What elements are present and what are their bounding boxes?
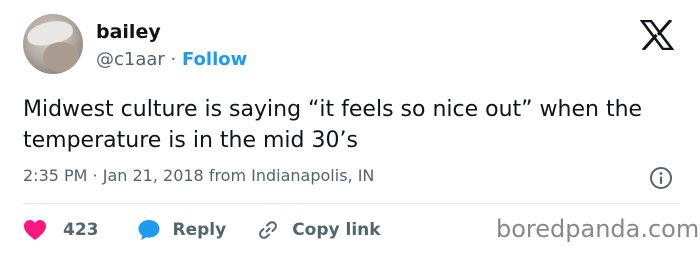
info-icon[interactable] bbox=[649, 166, 673, 190]
action-bar: 423 Reply Copy link bbox=[23, 216, 381, 244]
copy-link-button[interactable]: Copy link bbox=[256, 218, 381, 242]
author-handle-row: @c1aar · Follow bbox=[96, 48, 247, 72]
like-count: 423 bbox=[63, 220, 99, 240]
meta-separator: · bbox=[87, 166, 103, 185]
tweet-location: from Indianapolis, IN bbox=[203, 166, 375, 185]
heart-icon bbox=[24, 220, 46, 240]
tweet-date[interactable]: Jan 21, 2018 bbox=[103, 166, 204, 185]
speech-bubble-icon bbox=[138, 220, 159, 240]
tweet-time[interactable]: 2:35 PM bbox=[23, 166, 87, 185]
like-button[interactable]: 423 bbox=[23, 219, 137, 241]
author-handle[interactable]: @c1aar bbox=[96, 49, 165, 70]
copy-link-label: Copy link bbox=[292, 220, 381, 240]
tweet-meta: 2:35 PM · Jan 21, 2018 from Indianapolis… bbox=[23, 165, 374, 187]
watermark: boredpanda.com bbox=[496, 215, 700, 243]
avatar-face bbox=[43, 42, 79, 72]
author-display-name[interactable]: bailey bbox=[96, 20, 161, 44]
divider bbox=[23, 203, 680, 204]
reply-button[interactable]: Reply bbox=[137, 218, 257, 242]
tweet-text: Midwest culture is saying “it feels so n… bbox=[23, 97, 643, 153]
link-icon bbox=[259, 221, 278, 239]
avatar[interactable] bbox=[23, 14, 83, 74]
follow-button[interactable]: Follow bbox=[182, 49, 247, 70]
handle-separator: · bbox=[164, 49, 182, 70]
reply-label: Reply bbox=[172, 220, 227, 240]
x-logo-icon[interactable] bbox=[640, 20, 674, 50]
